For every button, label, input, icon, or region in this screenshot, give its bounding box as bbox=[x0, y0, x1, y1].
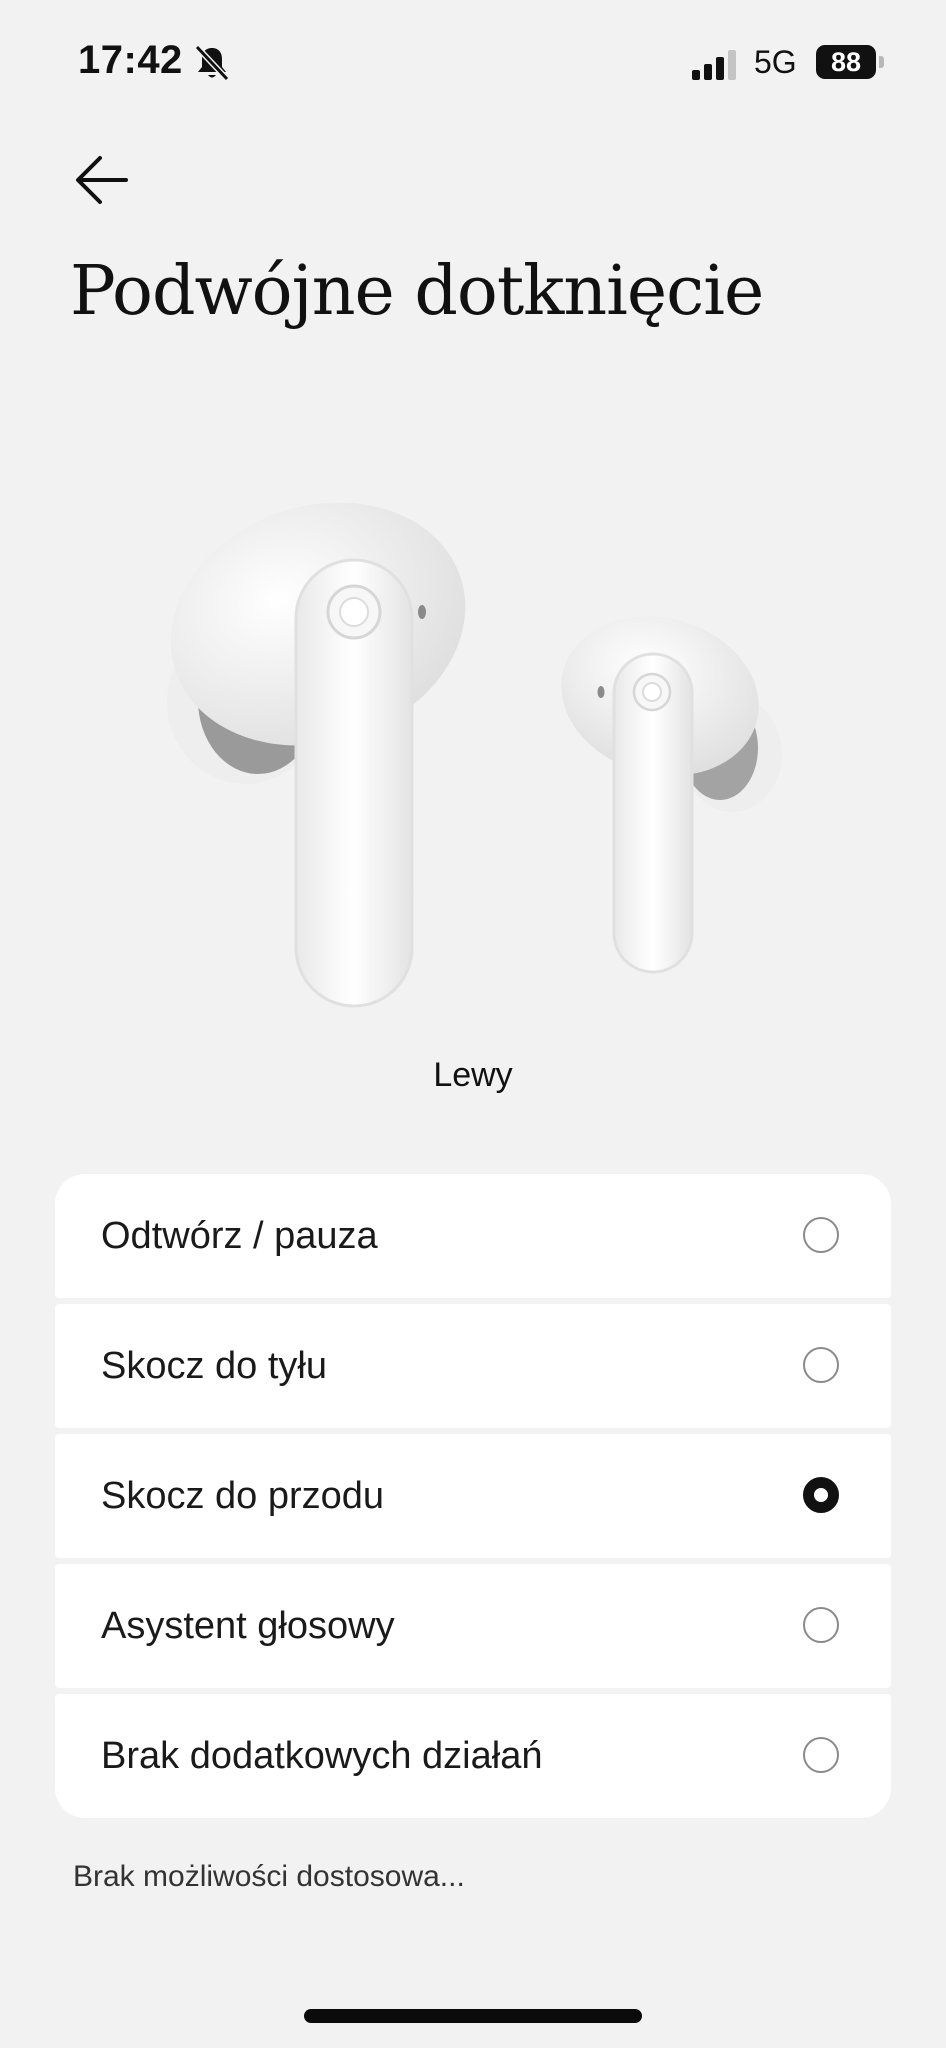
option-label: Odtwórz / pauza bbox=[101, 1215, 378, 1257]
option-voice-assistant[interactable]: Asystent głosowy bbox=[55, 1564, 891, 1688]
option-label: Skocz do tyłu bbox=[101, 1345, 327, 1387]
status-time: 17:42 bbox=[78, 38, 183, 82]
option-skip-back[interactable]: Skocz do tyłu bbox=[55, 1304, 891, 1428]
page-title: Podwójne dotknięcie bbox=[70, 252, 764, 331]
radio-button[interactable] bbox=[803, 1347, 839, 1383]
option-skip-forward[interactable]: Skocz do przodu bbox=[55, 1434, 891, 1558]
option-label: Brak dodatkowych działań bbox=[101, 1735, 543, 1777]
radio-button-selected[interactable] bbox=[803, 1477, 839, 1513]
signal-icon bbox=[692, 50, 736, 80]
network-type: 5G bbox=[754, 44, 797, 80]
battery-icon: 88 bbox=[816, 45, 884, 79]
option-no-action[interactable]: Brak dodatkowych działań bbox=[55, 1694, 891, 1818]
status-bar: 17:42 5G 88 bbox=[0, 0, 946, 120]
battery-level: 88 bbox=[816, 45, 876, 79]
bell-off-icon bbox=[194, 44, 230, 82]
radio-button[interactable] bbox=[803, 1607, 839, 1643]
option-label: Asystent głosowy bbox=[101, 1605, 395, 1647]
home-indicator[interactable] bbox=[304, 2009, 642, 2023]
earbuds-image bbox=[167, 502, 782, 1008]
radio-button[interactable] bbox=[803, 1217, 839, 1253]
ear-side-label: Lewy bbox=[433, 1056, 513, 1094]
radio-button[interactable] bbox=[803, 1737, 839, 1773]
option-label: Skocz do przodu bbox=[101, 1475, 385, 1517]
arrow-left-icon[interactable] bbox=[70, 148, 134, 212]
footnote-text: Brak możliwości dostosowa... bbox=[73, 1860, 465, 1893]
battery-tip bbox=[879, 56, 884, 68]
double-tap-options: Odtwórz / pauza Skocz do tyłu Skocz do p… bbox=[55, 1174, 891, 1818]
option-play-pause[interactable]: Odtwórz / pauza bbox=[55, 1174, 891, 1298]
